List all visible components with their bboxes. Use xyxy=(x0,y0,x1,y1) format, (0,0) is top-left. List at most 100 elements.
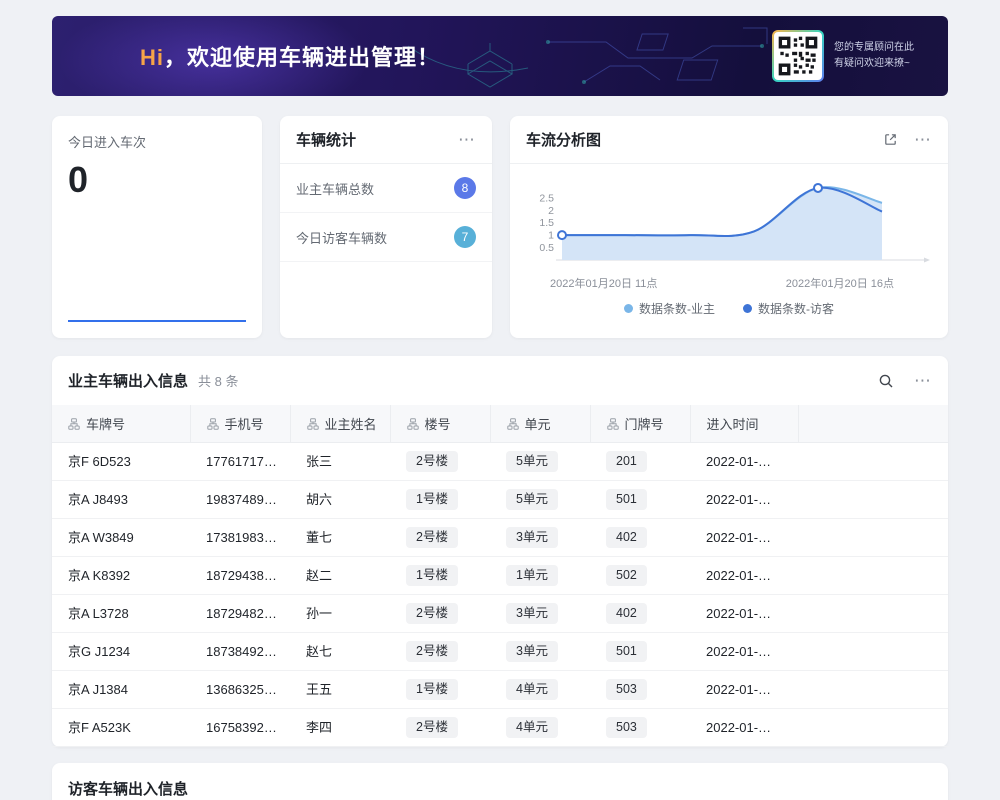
table-cell: 17381983… xyxy=(190,519,290,557)
page: Hi，欢迎使用车辆进出管理！ xyxy=(0,0,1000,800)
column-header[interactable]: 手机号 xyxy=(190,405,290,443)
more-options-icon[interactable]: ⋯ xyxy=(458,135,476,145)
table-cell: 2号楼 xyxy=(390,443,490,481)
tag: 2号楼 xyxy=(406,451,458,472)
tag: 3单元 xyxy=(506,527,558,548)
y-tick-label: 1 xyxy=(548,230,554,242)
table-cell: 501 xyxy=(590,633,690,671)
table-cell: 17761717… xyxy=(190,443,290,481)
legend-label: 数据条数-访客 xyxy=(758,300,834,317)
column-header[interactable]: 进入时间 xyxy=(690,405,798,443)
traffic-analysis-title: 车流分析图 xyxy=(526,129,601,150)
table-cell: 18729482… xyxy=(190,595,290,633)
today-entry-baseline xyxy=(68,320,246,322)
owner-table-header: 业主车辆出入信息 共 8 条 ⋯ xyxy=(52,356,948,405)
legend-item-owner[interactable]: 数据条数-业主 xyxy=(624,300,715,317)
table-row[interactable]: 京A J138413686325…王五1号楼4单元5032022-01-… xyxy=(52,671,948,709)
chart-point-marker[interactable] xyxy=(814,184,822,192)
visitor-vehicle-table-card: 访客车辆出入信息 截屏 xyxy=(52,763,948,800)
table-row[interactable]: 京G J123418738492…赵七2号楼3单元5012022-01-… xyxy=(52,633,948,671)
top-cards-row: 今日进入车次 0 车辆统计 ⋯ 业主车辆总数 8 今日访客车辆数 7 车流分析图 xyxy=(52,116,948,338)
table-row[interactable]: 京A W384917381983…董七2号楼3单元4022022-01-… xyxy=(52,519,948,557)
table-cell: 张三 xyxy=(290,443,390,481)
table-cell: 2022-01-… xyxy=(690,481,798,519)
table-cell: 2022-01-… xyxy=(690,595,798,633)
column-header-label: 单元 xyxy=(525,417,551,432)
table-cell: 5单元 xyxy=(490,481,590,519)
table-cell: 京G J1234 xyxy=(52,633,190,671)
tag: 1单元 xyxy=(506,565,558,586)
table-cell: 18729438… xyxy=(190,557,290,595)
qr-caption-line1: 您的专属顾问在此 xyxy=(834,40,914,56)
qr-caption: 您的专属顾问在此 有疑问欢迎来撩~ xyxy=(834,40,914,72)
table-cell: 1单元 xyxy=(490,557,590,595)
table-cell: 京A K8392 xyxy=(52,557,190,595)
x-axis-label-end: 2022年01月20日 16点 xyxy=(786,275,894,291)
table-cell: 13686325… xyxy=(190,671,290,709)
banner-greeting-highlight: Hi xyxy=(140,45,164,70)
table-cell-filler xyxy=(798,519,948,557)
table-cell: 京A J8493 xyxy=(52,481,190,519)
tag: 5单元 xyxy=(506,451,558,472)
table-row[interactable]: 京A K839218729438…赵二1号楼1单元5022022-01-… xyxy=(52,557,948,595)
traffic-analysis-card: 车流分析图 ⋯ 0.511.522.5 2022年01月20日 11点 2022… xyxy=(510,116,948,338)
table-row[interactable]: 京A L372818729482…孙一2号楼3单元4022022-01-… xyxy=(52,595,948,633)
search-icon[interactable] xyxy=(878,373,894,389)
table-cell: 2022-01-… xyxy=(690,557,798,595)
column-header[interactable]: 门牌号 xyxy=(590,405,690,443)
table-cell-filler xyxy=(798,633,948,671)
legend-dot-icon xyxy=(624,304,633,313)
chart-header-icons: ⋯ xyxy=(883,132,932,147)
field-type-icon xyxy=(607,418,619,430)
table-cell: 赵七 xyxy=(290,633,390,671)
tag: 2号楼 xyxy=(406,641,458,662)
table-cell: 赵二 xyxy=(290,557,390,595)
column-header[interactable]: 业主姓名 xyxy=(290,405,390,443)
legend-item-visitor[interactable]: 数据条数-访客 xyxy=(743,300,834,317)
tag: 1号楼 xyxy=(406,489,458,510)
table-cell: 京F 6D523 xyxy=(52,443,190,481)
field-type-icon xyxy=(407,418,419,430)
y-tick-label: 2.5 xyxy=(539,192,554,204)
column-header-label: 楼号 xyxy=(425,417,451,432)
vehicle-stats-title: 车辆统计 xyxy=(296,129,356,150)
tag: 2号楼 xyxy=(406,717,458,738)
column-header-label: 车牌号 xyxy=(86,417,125,432)
column-header[interactable]: 楼号 xyxy=(390,405,490,443)
table-cell: 京F A523K xyxy=(52,709,190,747)
owner-table-body: 京F 6D52317761717…张三2号楼5单元2012022-01-…京A … xyxy=(52,443,948,747)
chart-legend: 数据条数-业主 数据条数-访客 xyxy=(526,300,932,317)
tag: 2号楼 xyxy=(406,527,458,548)
table-cell: 2022-01-… xyxy=(690,633,798,671)
qr-code[interactable] xyxy=(774,32,822,80)
table-cell: 18738492… xyxy=(190,633,290,671)
table-cell: 5单元 xyxy=(490,443,590,481)
table-row[interactable]: 京A J849319837489…胡六1号楼5单元5012022-01-… xyxy=(52,481,948,519)
table-cell: 2号楼 xyxy=(390,595,490,633)
table-cell: 京A J1384 xyxy=(52,671,190,709)
table-cell-filler xyxy=(798,481,948,519)
today-entry-card: 今日进入车次 0 xyxy=(52,116,262,338)
column-header[interactable]: 单元 xyxy=(490,405,590,443)
table-cell: 502 xyxy=(590,557,690,595)
stat-row-visitor-today: 今日访客车辆数 7 xyxy=(280,213,492,262)
table-cell-filler xyxy=(798,709,948,747)
export-icon[interactable] xyxy=(883,132,898,147)
table-row[interactable]: 京F A523K16758392…李四2号楼4单元5032022-01-… xyxy=(52,709,948,747)
owner-table-header-row: 车牌号 手机号业主姓名 楼号 单元 门牌号进入时间 xyxy=(52,405,948,443)
qr-caption-line2: 有疑问欢迎来撩~ xyxy=(834,56,914,72)
table-cell-filler xyxy=(798,595,948,633)
table-row[interactable]: 京F 6D52317761717…张三2号楼5单元2012022-01-… xyxy=(52,443,948,481)
tag: 503 xyxy=(606,717,647,738)
tag: 1号楼 xyxy=(406,679,458,700)
y-tick-label: 1.5 xyxy=(539,217,554,229)
table-cell-filler xyxy=(798,443,948,481)
traffic-chart-plot: 0.511.522.5 xyxy=(526,172,932,268)
field-type-icon xyxy=(307,418,319,430)
qr-code-image xyxy=(777,35,819,77)
column-header[interactable]: 车牌号 xyxy=(52,405,190,443)
more-options-icon[interactable]: ⋯ xyxy=(914,376,932,386)
tag: 4单元 xyxy=(506,717,558,738)
more-options-icon[interactable]: ⋯ xyxy=(914,135,932,145)
chart-point-marker[interactable] xyxy=(558,231,566,239)
